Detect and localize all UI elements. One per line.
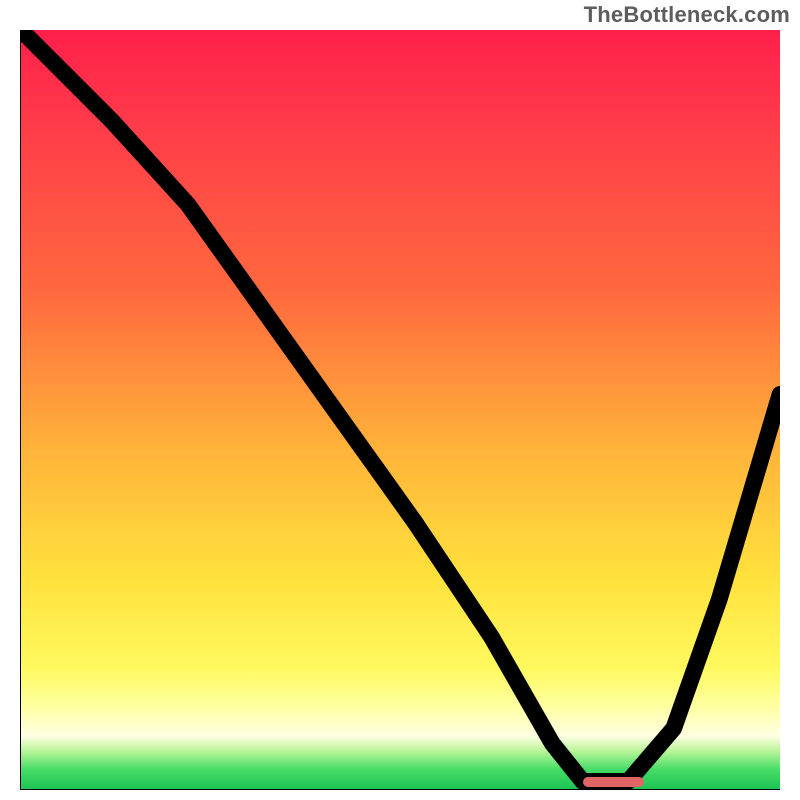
watermark-label: TheBottleneck.com — [584, 2, 790, 28]
chart-container: TheBottleneck.com — [0, 0, 800, 800]
bottleneck-curve — [21, 30, 780, 789]
optimal-range-marker — [583, 777, 644, 787]
curve-path — [21, 30, 780, 781]
plot-area — [20, 30, 780, 790]
